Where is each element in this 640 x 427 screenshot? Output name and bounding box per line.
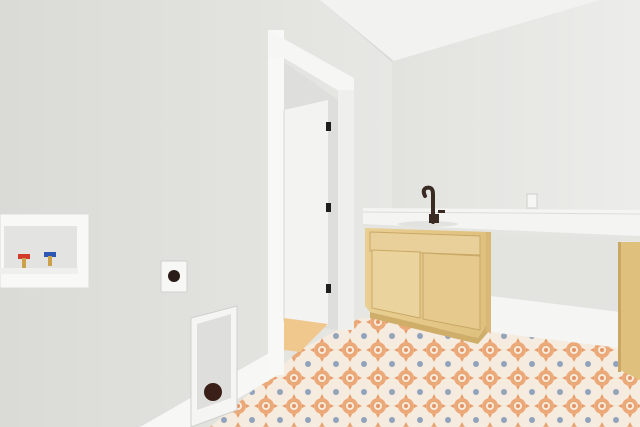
wall-outlet (526, 193, 538, 209)
sink-basin (398, 221, 458, 227)
washer-box-recess (4, 226, 77, 272)
door-frame-right (338, 90, 354, 330)
washer-box-shelf (0, 268, 78, 274)
dryer-vent-hole (204, 383, 222, 401)
door-hinge-top (326, 122, 331, 131)
door-frame-left (268, 30, 284, 375)
door-hinge-mid (326, 203, 331, 212)
door-hinge-bottom (326, 284, 331, 293)
cabinet-door-left (371, 249, 421, 319)
cabinet-side (486, 232, 491, 332)
cabinet-door-right (422, 252, 481, 331)
counter-end-panel (620, 242, 640, 380)
interior-door (284, 100, 328, 326)
laundry-room-photo (0, 0, 640, 427)
